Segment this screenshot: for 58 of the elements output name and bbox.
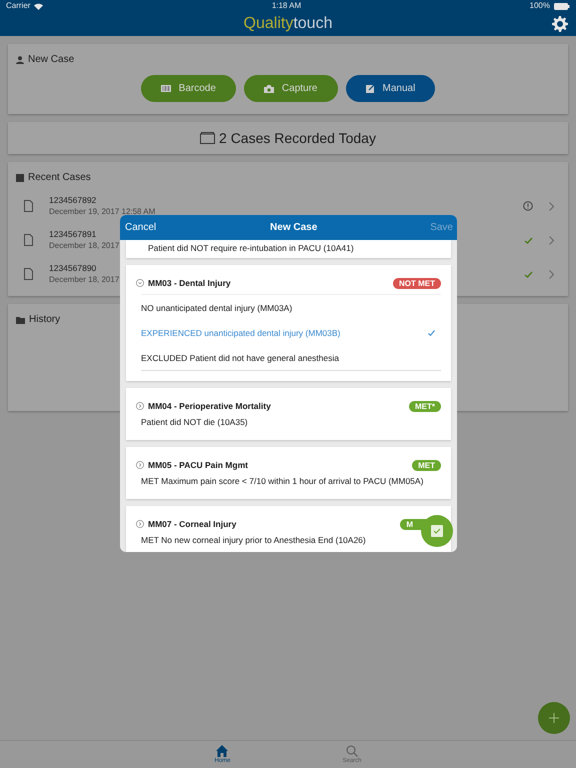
dialog-title: New Case — [270, 221, 318, 235]
wifi-icon — [34, 2, 44, 10]
expand-icon[interactable] — [136, 520, 144, 528]
case-date: December 19, 2017 12:58 AM — [49, 206, 156, 218]
result-text: MET Maximum pain score < 7/10 within 1 hour of arrival to PACU (MM05A) — [141, 475, 424, 487]
status-badge: NOT MET — [393, 278, 441, 288]
section-title: History — [29, 313, 60, 327]
document-icon — [24, 234, 33, 246]
barcode-icon — [160, 85, 171, 92]
camera-button[interactable]: Capture — [244, 75, 338, 102]
clock-text: 1:18 AM — [272, 0, 302, 12]
chevron-icon[interactable] — [549, 236, 554, 244]
option-item[interactable]: EXCLUDED Patient did not have general anesthesia — [141, 345, 441, 370]
collapse-icon[interactable] — [136, 279, 144, 287]
measure-title: MM03 - Dental Injury — [148, 277, 232, 289]
plus-icon — [549, 713, 559, 723]
battery-text: 100% — [530, 0, 550, 12]
battery-icon — [554, 2, 570, 10]
expand-icon[interactable] — [136, 402, 144, 410]
manual-button[interactable]: Manual — [346, 75, 436, 102]
app-logo: Qualitytouch — [244, 14, 332, 34]
document-icon — [24, 200, 33, 212]
carrier-text: Carrier — [6, 0, 30, 12]
document-icon — [24, 268, 33, 280]
case-number: 1234567891 — [49, 228, 96, 240]
result-text: Patient did NOT require re-intubation in PACU (10A41) — [148, 242, 354, 254]
case-date: December 18, 2017 — [49, 240, 120, 252]
search-icon — [346, 745, 358, 757]
chevron-icon[interactable] — [549, 202, 554, 210]
cases-today-text: 2 Cases Recorded Today — [219, 128, 376, 148]
measure-title: MM05 - PACU Pain Mgmt — [148, 459, 249, 471]
check-icon — [428, 330, 435, 336]
barcode-button[interactable]: Barcode — [140, 75, 236, 102]
measure-title: MM07 - Corneal Injury — [148, 518, 238, 530]
option-item[interactable]: NO unanticipated dental injury (MM03A) — [141, 295, 441, 320]
case-date: December 18, 2017 — [49, 274, 120, 286]
measure-title: MM04 - Perioperative Mortality — [148, 400, 272, 412]
calendar-icon — [16, 174, 24, 182]
settings-icon[interactable] — [552, 16, 568, 32]
folder-icon — [200, 132, 216, 144]
status-badge: MET — [412, 460, 441, 470]
camera-icon — [264, 84, 274, 92]
result-text: Patient did NOT die (10A35) — [141, 416, 248, 428]
case-number: 1234567892 — [49, 194, 96, 206]
edit-icon — [366, 84, 374, 93]
section-title: New Case — [28, 53, 74, 67]
home-icon — [216, 745, 228, 757]
expand-icon[interactable] — [136, 461, 144, 469]
option-item[interactable]: EXPERIENCED unanticipated dental injury (MM03B) — [141, 320, 441, 345]
section-title: Recent Cases — [28, 171, 91, 185]
case-number: 1234567890 — [49, 262, 96, 274]
status-badge: MET* — [409, 400, 441, 412]
checkbox-icon — [431, 525, 443, 537]
chevron-icon[interactable] — [549, 270, 554, 278]
result-text: MET No new corneal injury prior to Anesthesia End (10A26) — [141, 534, 366, 546]
person-icon — [16, 56, 24, 64]
cancel-button[interactable]: Cancel — [124, 219, 158, 236]
folder-icon — [16, 316, 25, 324]
